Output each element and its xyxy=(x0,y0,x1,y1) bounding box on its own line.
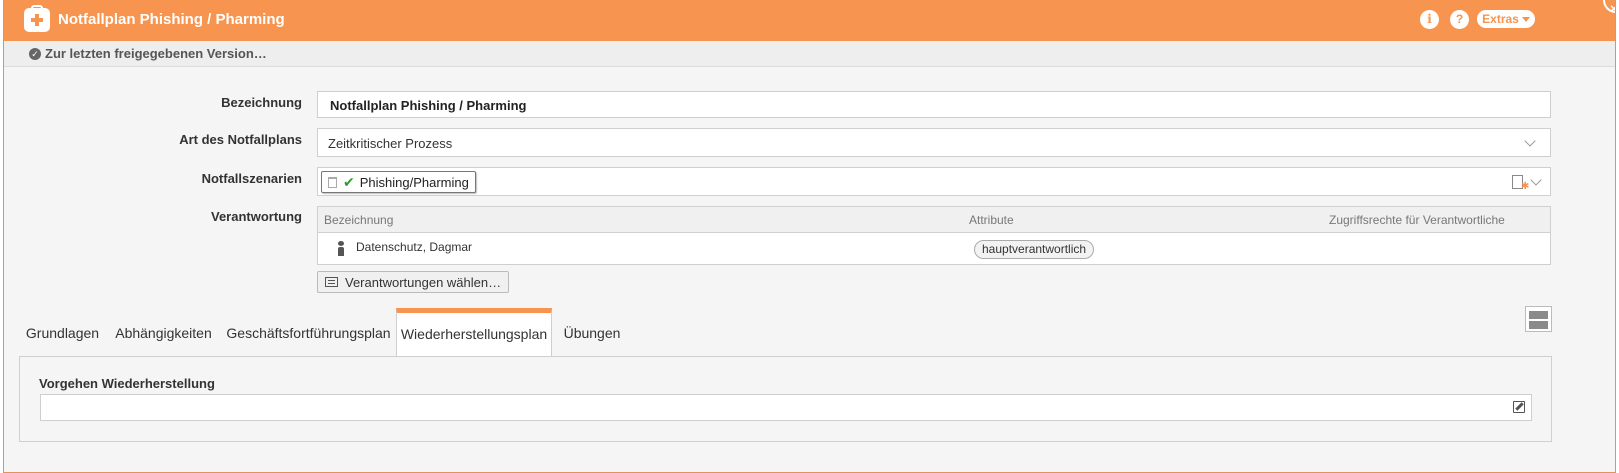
tab-label: Grundlagen xyxy=(25,325,100,341)
check-circle-icon: ✓ xyxy=(29,47,41,60)
tab-label: Übungen xyxy=(563,325,621,341)
column-header-bezeichnung[interactable]: Bezeichnung xyxy=(324,213,393,227)
bezeichnung-label: Bezeichnung xyxy=(221,95,302,110)
art-value: Zeitkritischer Prozess xyxy=(328,136,453,151)
tab-grundlagen[interactable]: Grundlagen xyxy=(19,308,106,357)
window-title: Notfallplan Phishing / Pharming xyxy=(58,11,285,28)
person-icon xyxy=(338,241,344,256)
responsibility-table: Bezeichnung Attribute Zugriffsrechte für… xyxy=(317,206,1551,265)
verantwortung-label: Verantwortung xyxy=(210,209,302,224)
tab-geschaeftsfortfuehrungsplan[interactable]: Geschäftsfortführungsplan xyxy=(221,308,396,357)
edit-icon[interactable] xyxy=(1513,401,1525,413)
info-icon[interactable]: i xyxy=(1420,10,1439,29)
layout-toggle-icon[interactable] xyxy=(1525,306,1552,332)
art-label: Art des Notfallplans xyxy=(179,132,302,147)
column-header-zugriffsrechte[interactable]: Zugriffsrechte für Verantwortliche xyxy=(1329,213,1505,227)
table-header: Bezeichnung Attribute Zugriffsrechte für… xyxy=(318,207,1550,233)
szenarien-label: Notfallszenarien xyxy=(201,171,302,186)
last-approved-version-link[interactable]: ✓ Zur letzten freigegebenen Version… xyxy=(29,46,267,61)
tab-uebungen[interactable]: Übungen xyxy=(552,308,632,357)
version-bar: ✓ Zur letzten freigegebenen Version… xyxy=(4,41,1615,67)
bezeichnung-value: Notfallplan Phishing / Pharming xyxy=(330,98,527,113)
chevron-down-icon[interactable] xyxy=(1524,135,1536,147)
tab-panel-wiederherstellungsplan: Vorgehen Wiederherstellung xyxy=(19,356,1552,442)
attribute-badge: hauptverantwortlich xyxy=(974,240,1095,259)
choose-responsibilities-label: Verantwortungen wählen… xyxy=(345,274,502,290)
responsible-name[interactable]: Datenschutz, Dagmar xyxy=(356,240,472,254)
szenario-tag-label: Phishing/Pharming xyxy=(359,174,469,190)
chevron-down-icon[interactable] xyxy=(1530,174,1542,186)
extras-button[interactable]: Extras xyxy=(1477,10,1535,28)
tab-label: Abhängigkeiten xyxy=(115,325,212,341)
version-link-label: Zur letzten freigegebenen Version… xyxy=(45,46,267,61)
help-icon[interactable]: ? xyxy=(1450,10,1469,29)
list-icon xyxy=(325,277,338,287)
szenarien-field[interactable]: ✔ Phishing/Pharming ✱ xyxy=(317,167,1551,196)
tab-abhaengigkeiten[interactable]: Abhängigkeiten xyxy=(106,308,221,357)
trash-icon[interactable] xyxy=(328,176,337,188)
new-document-star-icon: ✱ xyxy=(1521,181,1530,192)
art-select[interactable]: Zeitkritischer Prozess xyxy=(317,128,1551,157)
tab-wiederherstellungsplan[interactable]: Wiederherstellungsplan xyxy=(396,308,552,357)
caret-down-icon xyxy=(1521,17,1530,23)
column-header-attribute[interactable]: Attribute xyxy=(969,213,1014,227)
check-icon: ✔ xyxy=(343,173,355,190)
first-aid-kit-icon xyxy=(24,5,50,32)
choose-responsibilities-button[interactable]: Verantwortungen wählen… xyxy=(317,271,510,293)
dialog-window: Notfallplan Phishing / Pharming i ? Extr… xyxy=(3,0,1616,473)
szenario-tag[interactable]: ✔ Phishing/Pharming xyxy=(321,171,476,193)
tab-label: Geschäftsfortführungsplan xyxy=(226,325,391,341)
extras-label: Extras xyxy=(1482,12,1519,26)
vorgehen-label: Vorgehen Wiederherstellung xyxy=(39,376,215,391)
title-bar: Notfallplan Phishing / Pharming i ? Extr… xyxy=(4,0,1615,41)
tab-label: Wiederherstellungsplan xyxy=(400,326,548,342)
vorgehen-field[interactable] xyxy=(40,394,1532,421)
bezeichnung-field[interactable]: Notfallplan Phishing / Pharming xyxy=(317,91,1551,118)
